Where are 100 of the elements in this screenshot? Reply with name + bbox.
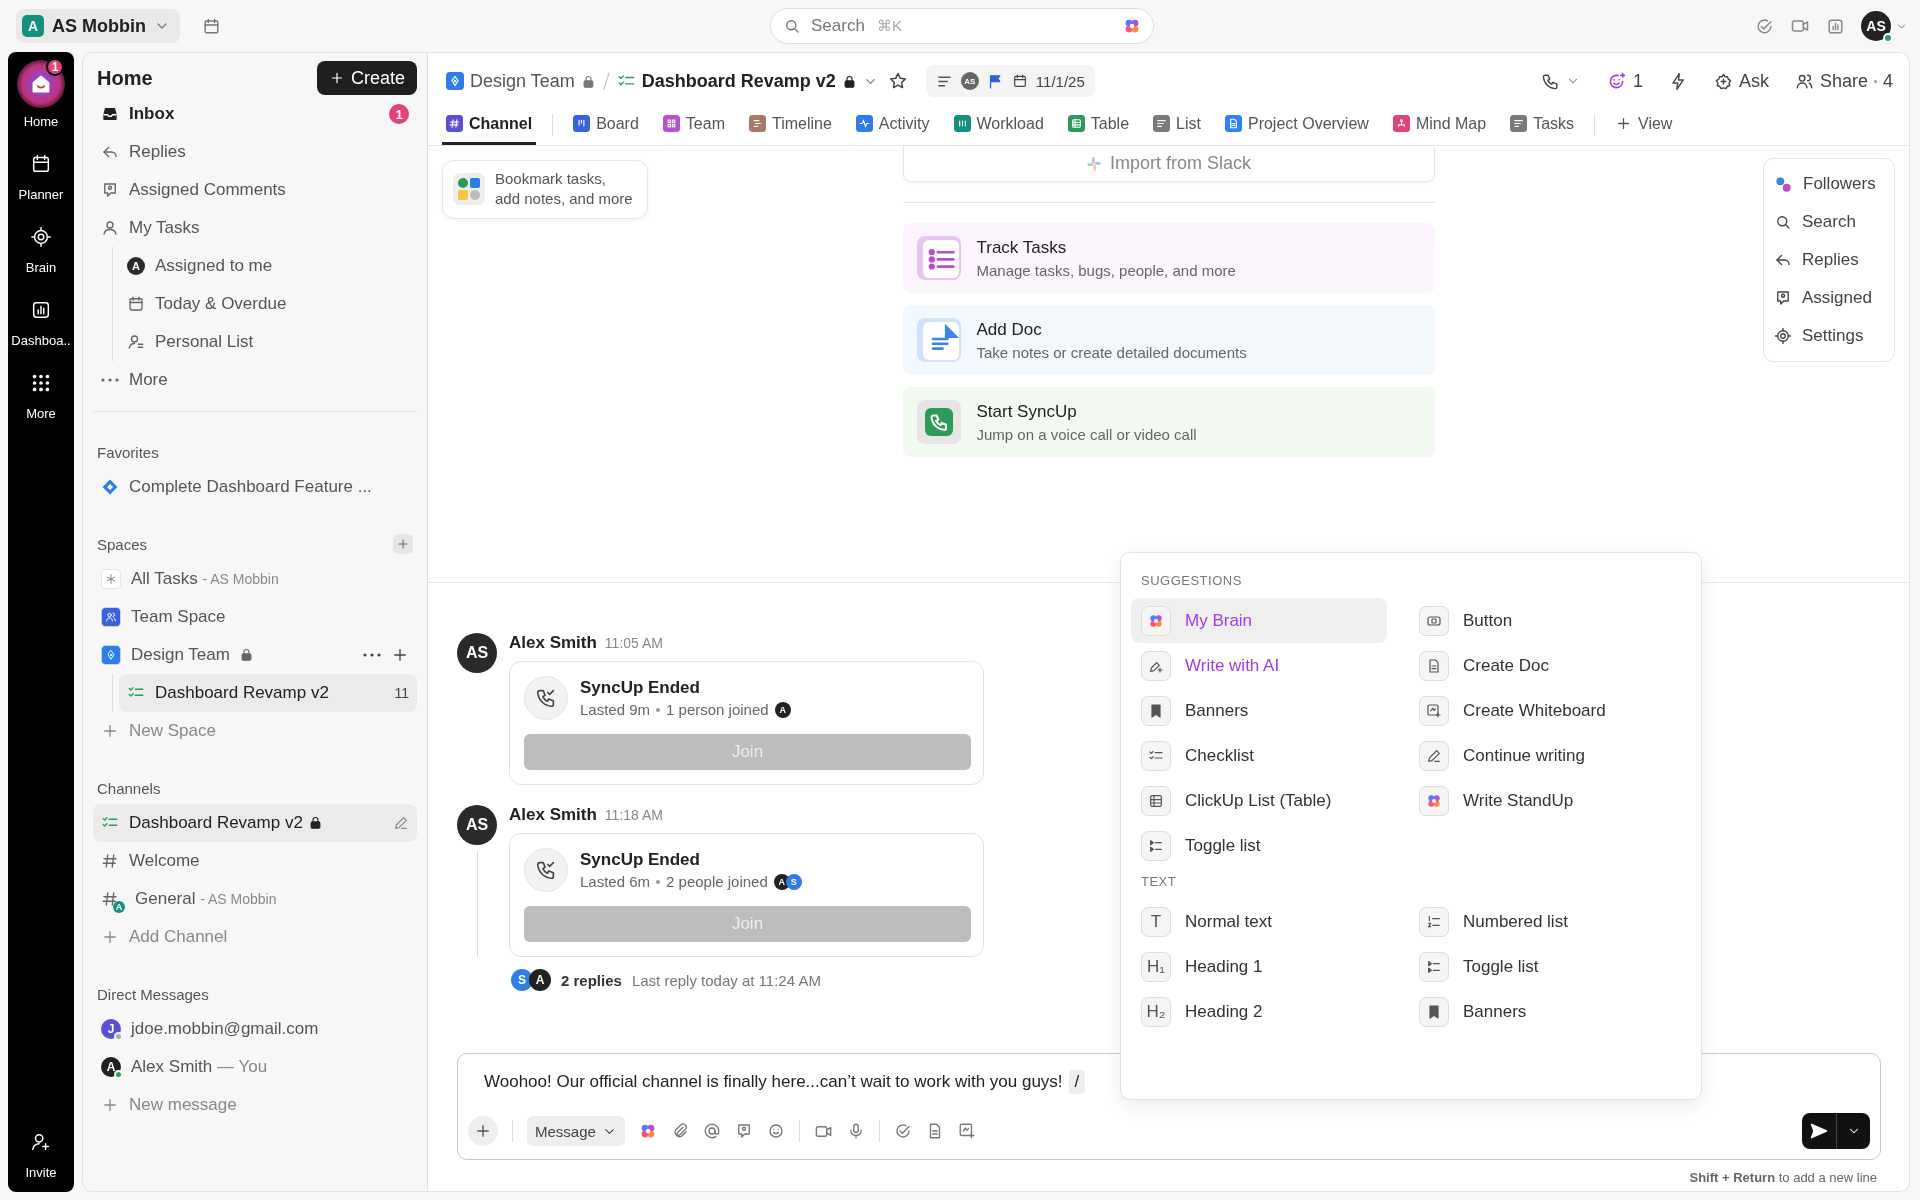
nav-item[interactable]: Replies	[93, 133, 417, 171]
menu-item[interactable]: Numbered list	[1409, 899, 1665, 944]
bar-chart-icon[interactable]	[1826, 16, 1845, 36]
send-icon	[1809, 1121, 1829, 1141]
view-tab[interactable]: Table	[1063, 105, 1134, 145]
quick-action-card[interactable]: Add Doc Take notes or create detailed documents	[902, 305, 1435, 375]
menu-item[interactable]: My Brain	[1131, 598, 1387, 643]
menu-item[interactable]: H₂ Heading 2	[1131, 989, 1387, 1034]
panel-item[interactable]: Replies	[1774, 241, 1884, 279]
channel-item[interactable]: A General - AS Mobbin	[93, 880, 417, 918]
invite-button[interactable]: Invite	[8, 1125, 74, 1180]
dm-item[interactable]: A Alex Smith — You	[93, 1048, 417, 1086]
rail-item[interactable]: More	[8, 366, 74, 421]
menu-item[interactable]: Checklist	[1131, 733, 1387, 778]
channel-item[interactable]: Welcome	[93, 842, 417, 880]
add-button[interactable]	[468, 1116, 498, 1146]
menu-item[interactable]: Write with AI	[1131, 643, 1387, 688]
favorite-item[interactable]: Complete Dashboard Feature ...	[93, 468, 417, 506]
check-circle-icon[interactable]	[1755, 16, 1774, 36]
menu-item[interactable]: Banners	[1409, 989, 1665, 1034]
space-item[interactable]: Design Team	[93, 636, 417, 674]
view-tab[interactable]: List	[1149, 105, 1205, 145]
nav-item[interactable]: Inbox 1	[93, 95, 417, 133]
more-icon[interactable]	[363, 653, 381, 657]
create-button[interactable]: Create	[316, 61, 417, 95]
view-tab[interactable]: Workload	[949, 105, 1048, 145]
view-tab[interactable]: Team	[658, 105, 729, 145]
pencil-icon[interactable]	[393, 815, 409, 831]
text-style-icon: H₁	[1141, 951, 1171, 982]
avatar: S	[785, 873, 802, 890]
person-list-icon	[127, 333, 145, 351]
menu-item[interactable]: Create Doc	[1409, 643, 1665, 688]
rail-item[interactable]: Planner	[8, 147, 74, 202]
view-tab[interactable]: Activity	[851, 105, 934, 145]
menu-item[interactable]: Toggle list	[1131, 823, 1387, 868]
list-item[interactable]: Dashboard Revamp v2 11	[119, 674, 417, 712]
menu-item[interactable]: ClickUp List (Table)	[1131, 778, 1387, 823]
workspace-switcher[interactable]: A AS Mobbin	[16, 9, 180, 43]
calendar-icon[interactable]	[202, 16, 221, 36]
plus-icon	[474, 1122, 492, 1140]
menu-item[interactable]: Banners	[1131, 688, 1387, 733]
channel-item[interactable]: Dashboard Revamp v2	[93, 804, 417, 842]
toggle-list-icon	[1148, 837, 1164, 854]
star-icon[interactable]	[887, 71, 908, 91]
pulse-icon	[855, 115, 873, 132]
menu-item[interactable]: Toggle list	[1409, 944, 1665, 989]
message-type-dropdown[interactable]: Message	[527, 1116, 625, 1146]
view-tab[interactable]: Project Overview	[1220, 105, 1373, 145]
menu-item[interactable]: T Normal text	[1131, 899, 1387, 944]
breadcrumb-link[interactable]: Design Team	[470, 70, 575, 92]
add-space-button[interactable]	[393, 534, 413, 554]
check-circle-icon[interactable]	[893, 1122, 912, 1140]
flower-icon	[1426, 792, 1442, 809]
panel-item[interactable]: Search	[1774, 203, 1884, 241]
menu-item[interactable]: H₁ Heading 1	[1131, 944, 1387, 989]
send-button[interactable]	[1802, 1113, 1870, 1149]
rail-item[interactable]: Brain	[8, 220, 74, 275]
view-tab[interactable]: Board	[569, 105, 643, 145]
menu-item[interactable]: Create Whiteboard	[1409, 688, 1665, 733]
nav-item[interactable]: Today & Overdue	[119, 285, 417, 323]
add-user-icon	[30, 1131, 52, 1153]
nav-item[interactable]: More	[93, 361, 417, 399]
nav-item[interactable]: Assigned Comments	[93, 171, 417, 209]
at-sign-icon[interactable]	[702, 1122, 721, 1140]
whiteboard-icon[interactable]	[957, 1122, 976, 1140]
quick-action-card[interactable]: Track Tasks Manage tasks, bugs, people, and more	[902, 223, 1435, 293]
space-item[interactable]: Team Space	[93, 598, 417, 636]
phone-icon[interactable]	[1540, 71, 1560, 91]
reply-count[interactable]: 2 replies	[561, 971, 622, 989]
panel-item[interactable]: Assigned	[1774, 279, 1884, 317]
space-item[interactable]: All Tasks - AS Mobbin	[93, 560, 417, 598]
nav-item[interactable]: A Assigned to me	[119, 247, 417, 285]
inbox-icon	[101, 105, 119, 123]
action-title: Start SyncUp	[976, 401, 1078, 422]
view-tab[interactable]: Tasks	[1506, 105, 1579, 145]
menu-item[interactable]: Write StandUp	[1409, 778, 1665, 823]
plus-icon[interactable]	[391, 646, 409, 664]
add-view-button[interactable]: View	[1611, 105, 1677, 145]
card-title: SyncUp Ended	[580, 678, 701, 698]
panel-item[interactable]: Followers	[1774, 165, 1884, 203]
calendar-icon	[1011, 73, 1028, 89]
panel-item[interactable]: Settings	[1774, 317, 1884, 355]
view-tab[interactable]: Mind Map	[1388, 105, 1491, 145]
view-tab[interactable]: Channel	[442, 105, 537, 145]
view-tab[interactable]: Timeline	[744, 105, 836, 145]
nav-item[interactable]: My Tasks	[93, 209, 417, 247]
due-date[interactable]: 11/1/25	[1035, 72, 1085, 90]
share-button[interactable]: Share 4	[1794, 70, 1893, 92]
ask-button[interactable]: Ask	[1713, 70, 1769, 92]
lock-icon	[841, 73, 857, 89]
smiley-icon[interactable]	[766, 1122, 785, 1140]
bookmark-card[interactable]: Bookmark tasks, add notes, and more	[442, 160, 648, 219]
search-input[interactable]: Search	[809, 15, 869, 37]
quick-action-card[interactable]: Start SyncUp Jump on a voice call or video call	[902, 387, 1435, 457]
nav-item[interactable]: Personal List	[119, 323, 417, 361]
menu-item[interactable]: Continue writing	[1409, 733, 1665, 778]
menu-item[interactable]: Button	[1409, 598, 1665, 643]
import-button[interactable]: Import from Slack	[902, 146, 1435, 182]
dm-item[interactable]: J jdoe.mobbin@gmail.com	[93, 1010, 417, 1048]
rail-item[interactable]: Dashboa..	[8, 293, 74, 348]
